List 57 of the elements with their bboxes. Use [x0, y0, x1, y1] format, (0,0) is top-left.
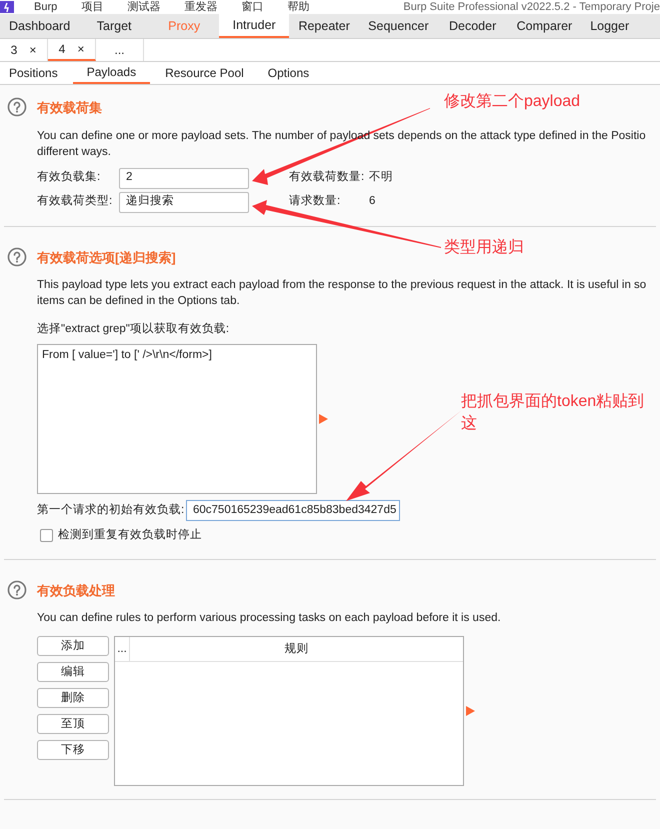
- payload-type-select[interactable]: 递归搜索: [119, 192, 249, 212]
- annotation-text: 类型用递归: [444, 238, 524, 258]
- checkbox-label: 检测到重复有效负载时停止: [58, 528, 202, 544]
- sub-tab[interactable]: Resource Pool: [156, 62, 253, 84]
- menu-item[interactable]: 重发器: [184, 2, 218, 12]
- field-label: 有效负载集:: [37, 170, 102, 186]
- action-button[interactable]: 下移: [37, 740, 109, 760]
- expand-arrow-icon[interactable]: [466, 706, 475, 716]
- field-value: 不明: [369, 170, 393, 186]
- main-tab[interactable]: Target: [79, 14, 150, 38]
- action-button[interactable]: 编辑: [37, 662, 109, 682]
- menu-item[interactable]: 帮助: [287, 2, 310, 12]
- main-tab[interactable]: Dashboard: [0, 14, 80, 38]
- attack-tab[interactable]: ...: [96, 39, 144, 61]
- main-tab[interactable]: Intruder: [219, 14, 290, 38]
- list-item[interactable]: From [ value='] to [' />\r\n</form>]: [42, 347, 212, 364]
- section-title: 有效负载处理: [37, 582, 115, 600]
- payload-set-select[interactable]: 2: [119, 168, 249, 188]
- description-text: different ways.: [37, 144, 111, 160]
- column-header[interactable]: 规则: [130, 637, 463, 662]
- attack-tab[interactable]: 3 ×: [0, 39, 48, 61]
- menu-item[interactable]: 测试器: [127, 2, 160, 12]
- description-text: This payload type lets you extract each payload from the response to the previous request in the attack. It is useful in so: [37, 278, 646, 293]
- main-tab[interactable]: Logger: [581, 14, 638, 38]
- menu-item[interactable]: 项目: [81, 2, 104, 12]
- field-label: 选择"extract grep"项以获取有效负载:: [37, 322, 230, 337]
- action-button[interactable]: 至顶: [37, 714, 109, 734]
- annotation-text: 把抓包界面的token粘贴到这: [461, 392, 646, 434]
- help-icon[interactable]: [7, 580, 27, 600]
- main-tab[interactable]: Repeater: [289, 14, 360, 38]
- annotation-text: 修改第二个payload: [444, 92, 580, 112]
- section-title: 有效载荷选项[递归搜索]: [37, 248, 176, 267]
- main-tab[interactable]: Decoder: [438, 14, 508, 38]
- sub-tab[interactable]: Payloads: [72, 62, 150, 84]
- help-icon[interactable]: [7, 97, 27, 117]
- action-button[interactable]: 添加: [37, 636, 109, 656]
- main-tab[interactable]: Comparer: [508, 14, 582, 38]
- column-header[interactable]: ...: [115, 637, 130, 662]
- section-title: 有效载荷集: [37, 99, 102, 117]
- main-tab[interactable]: Sequencer: [359, 14, 438, 38]
- field-label: 有效载荷类型:: [37, 194, 114, 210]
- sub-tab[interactable]: Positions: [0, 62, 67, 84]
- checkbox[interactable]: [40, 529, 53, 542]
- field-value: 6: [369, 194, 376, 210]
- initial-payload-input[interactable]: 60c750165239ead61c85b83bed3427d5: [186, 500, 400, 522]
- sub-tab[interactable]: Options: [258, 62, 318, 84]
- action-button[interactable]: 删除: [37, 688, 109, 708]
- help-icon[interactable]: [7, 246, 27, 266]
- description-text: items can be defined in the Options tab.: [37, 294, 240, 309]
- menu-item[interactable]: 窗口: [241, 2, 264, 12]
- description-text: You can define rules to perform various processing tasks on each payload before it is used.: [37, 611, 501, 626]
- window-title: Burp Suite Professional v2022.5.2 - Temporary Proje: [403, 2, 660, 12]
- field-label: 有效载荷数量:: [289, 170, 366, 186]
- menu-item[interactable]: Burp: [34, 2, 58, 12]
- field-label: 请求数量:: [289, 194, 342, 210]
- expand-arrow-icon[interactable]: [319, 414, 328, 424]
- field-label: 第一个请求的初始有效负载:: [37, 502, 186, 518]
